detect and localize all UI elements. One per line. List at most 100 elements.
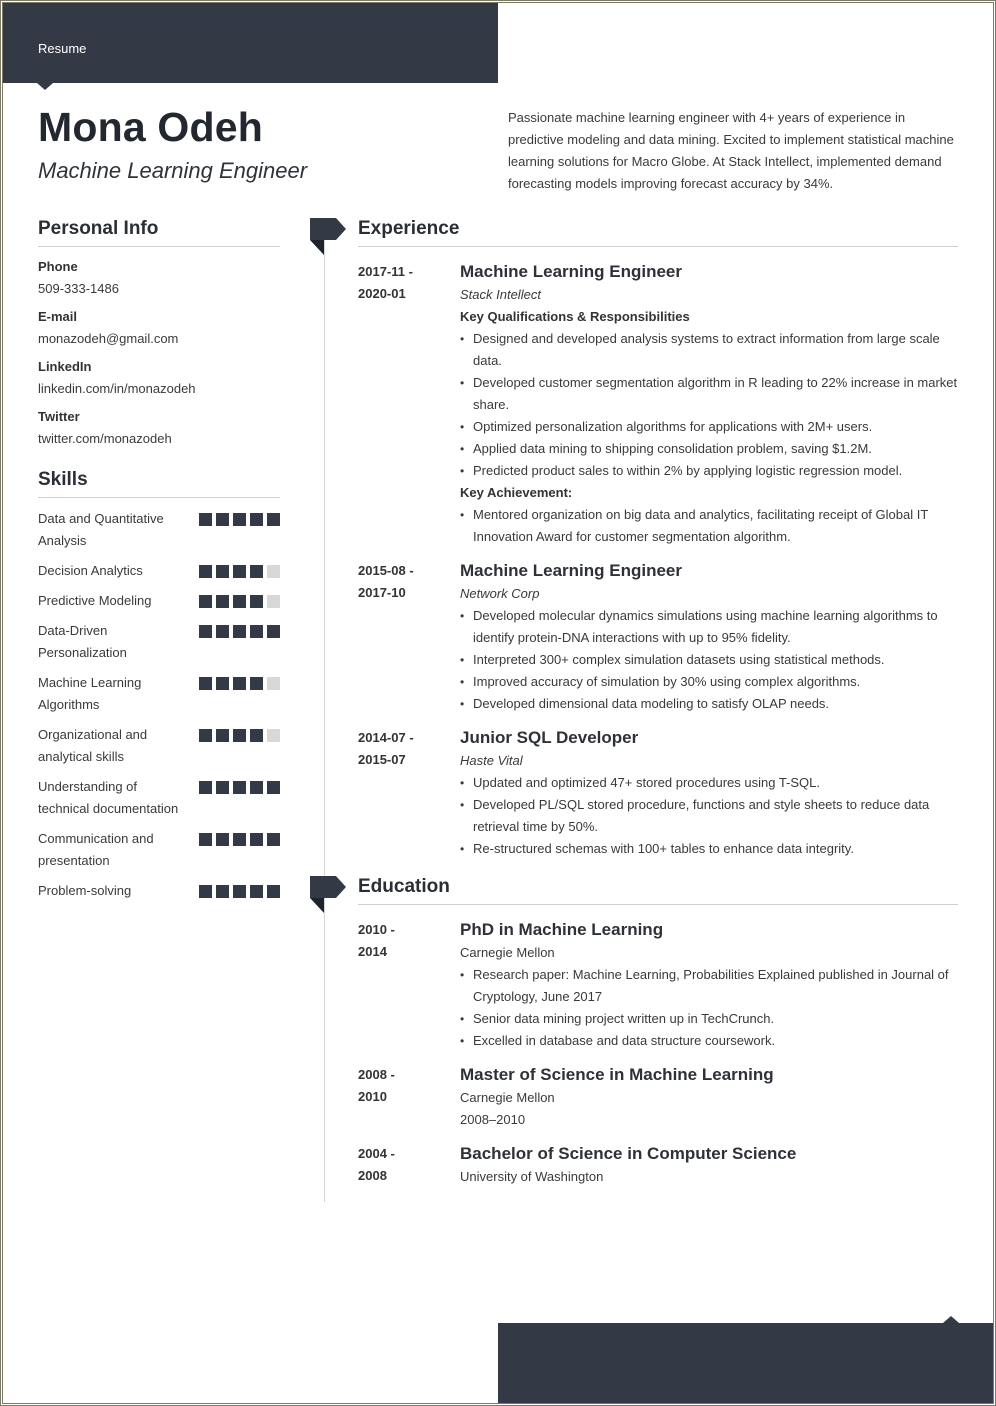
degree-title: Master of Science in Machine Learning [460, 1065, 774, 1084]
skill-level-meter [199, 672, 280, 716]
bullet-item: Developed molecular dynamics simulations… [460, 605, 958, 649]
experience-entry: 2014-07 - 2015-07 Junior SQL Developer H… [358, 726, 958, 860]
skill-level-filled-icon [233, 781, 246, 794]
skill-level-filled-icon [216, 565, 229, 578]
bullet-item: Re-structured schemas with 100+ tables t… [460, 838, 958, 860]
skill-row: Data and Quantitative Analysis [38, 508, 280, 552]
bullet-item: Updated and optimized 47+ stored procedu… [460, 772, 958, 794]
experience-ribbon-icon [310, 218, 346, 255]
date-end: 2010 [358, 1089, 387, 1104]
skill-level-filled-icon [233, 833, 246, 846]
skill-level-filled-icon [250, 595, 263, 608]
entry-dates: 2004 - 2008 [358, 1142, 460, 1188]
skill-level-filled-icon [216, 729, 229, 742]
skill-level-meter [199, 724, 280, 768]
date-end: 2014 [358, 944, 387, 959]
bullet-list: Designed and developed analysis systems … [460, 328, 958, 482]
skill-level-filled-icon [199, 729, 212, 742]
skill-level-filled-icon [216, 833, 229, 846]
skill-level-filled-icon [267, 513, 280, 526]
achievement-list: Mentored organization on big data and an… [460, 504, 958, 548]
skill-level-filled-icon [216, 677, 229, 690]
personal-info-list: Phone 509-333-1486 E-mail monazodeh@gmai… [38, 259, 280, 447]
date-start: 2014-07 - [358, 730, 414, 745]
footer-notch-icon [943, 1316, 959, 1323]
date-end: 2017-10 [358, 585, 406, 600]
entry-body: Machine Learning Engineer Network Corp D… [460, 559, 958, 715]
skill-level-filled-icon [267, 885, 280, 898]
skill-name: Predictive Modeling [38, 593, 152, 608]
date-start: 2010 - [358, 922, 395, 937]
skill-level-filled-icon [250, 885, 263, 898]
date-start: 2015-08 - [358, 563, 414, 578]
company-name: Stack Intellect [460, 287, 541, 302]
entry-body: Master of Science in Machine Learning Ca… [460, 1063, 958, 1131]
skill-level-filled-icon [250, 781, 263, 794]
skill-level-meter [199, 776, 280, 820]
date-end: 2020-01 [358, 286, 406, 301]
candidate-name: Mona Odeh [38, 104, 264, 150]
bullet-item: Improved accuracy of simulation by 30% u… [460, 671, 958, 693]
skill-level-filled-icon [233, 513, 246, 526]
skill-row: Decision Analytics [38, 560, 280, 582]
bullet-item: Mentored organization on big data and an… [460, 504, 958, 548]
skill-name: Decision Analytics [38, 563, 143, 578]
experience-section: Experience 2017-11 - 2020-01 Machine Lea… [358, 218, 958, 860]
entry-body: Machine Learning Engineer Stack Intellec… [460, 260, 958, 548]
skill-level-filled-icon [267, 625, 280, 638]
skill-row: Understanding of technical documentation [38, 776, 280, 820]
entry-dates: 2008 - 2010 [358, 1063, 460, 1131]
skill-level-filled-icon [199, 833, 212, 846]
experience-entry: 2015-08 - 2017-10 Machine Learning Engin… [358, 559, 958, 715]
skill-level-filled-icon [199, 595, 212, 608]
linkedin-label: LinkedIn [38, 359, 92, 374]
entry-dates: 2014-07 - 2015-07 [358, 726, 460, 860]
education-heading: Education [358, 876, 958, 905]
skill-level-filled-icon [250, 565, 263, 578]
skill-level-meter [199, 508, 280, 552]
job-title: Machine Learning Engineer [460, 262, 682, 281]
skill-level-filled-icon [250, 677, 263, 690]
school-name: University of Washington [460, 1169, 604, 1184]
header-band: Resume [3, 3, 498, 83]
achievement-subheading: Key Achievement: [460, 485, 573, 500]
skill-level-filled-icon [250, 833, 263, 846]
bullet-item: Applied data mining to shipping consolid… [460, 438, 958, 460]
entry-body: PhD in Machine Learning Carnegie Mellon … [460, 918, 958, 1052]
skill-level-filled-icon [199, 565, 212, 578]
linkedin-value[interactable]: linkedin.com/in/monazodeh [38, 381, 280, 397]
skills-heading: Skills [38, 469, 280, 498]
skill-name: Data-Driven Personalization [38, 623, 127, 660]
date-start: 2008 - [358, 1067, 395, 1082]
skill-level-filled-icon [233, 595, 246, 608]
school-name: Carnegie Mellon [460, 945, 555, 960]
bullet-item: Developed PL/SQL stored procedure, funct… [460, 794, 958, 838]
timeline-line [324, 240, 325, 1202]
twitter-value[interactable]: twitter.com/monazodeh [38, 431, 280, 447]
skill-level-filled-icon [199, 781, 212, 794]
skill-level-empty-icon [267, 595, 280, 608]
skill-level-filled-icon [199, 625, 212, 638]
candidate-title: Machine Learning Engineer [38, 158, 308, 183]
skill-row: Predictive Modeling [38, 590, 280, 612]
skills-list: Data and Quantitative Analysis Decision A… [38, 508, 280, 902]
degree-title: PhD in Machine Learning [460, 920, 664, 939]
skill-level-filled-icon [233, 625, 246, 638]
twitter-label: Twitter [38, 409, 80, 424]
footer-band [498, 1323, 993, 1403]
bullet-item: Optimized personalization algorithms for… [460, 416, 958, 438]
skill-level-filled-icon [216, 781, 229, 794]
company-name: Network Corp [460, 586, 540, 601]
skill-level-filled-icon [250, 729, 263, 742]
email-value[interactable]: monazodeh@gmail.com [38, 331, 280, 347]
experience-heading: Experience [358, 218, 958, 247]
skill-level-meter [199, 560, 280, 582]
skill-level-empty-icon [267, 729, 280, 742]
phone-value: 509-333-1486 [38, 281, 119, 296]
skill-level-meter [199, 880, 280, 902]
skill-level-meter [199, 620, 280, 664]
skill-level-filled-icon [267, 833, 280, 846]
bullet-list: Updated and optimized 47+ stored procedu… [460, 772, 958, 860]
bullet-item: Senior data mining project written up in… [460, 1008, 958, 1030]
experience-entry: 2017-11 - 2020-01 Machine Learning Engin… [358, 260, 958, 548]
